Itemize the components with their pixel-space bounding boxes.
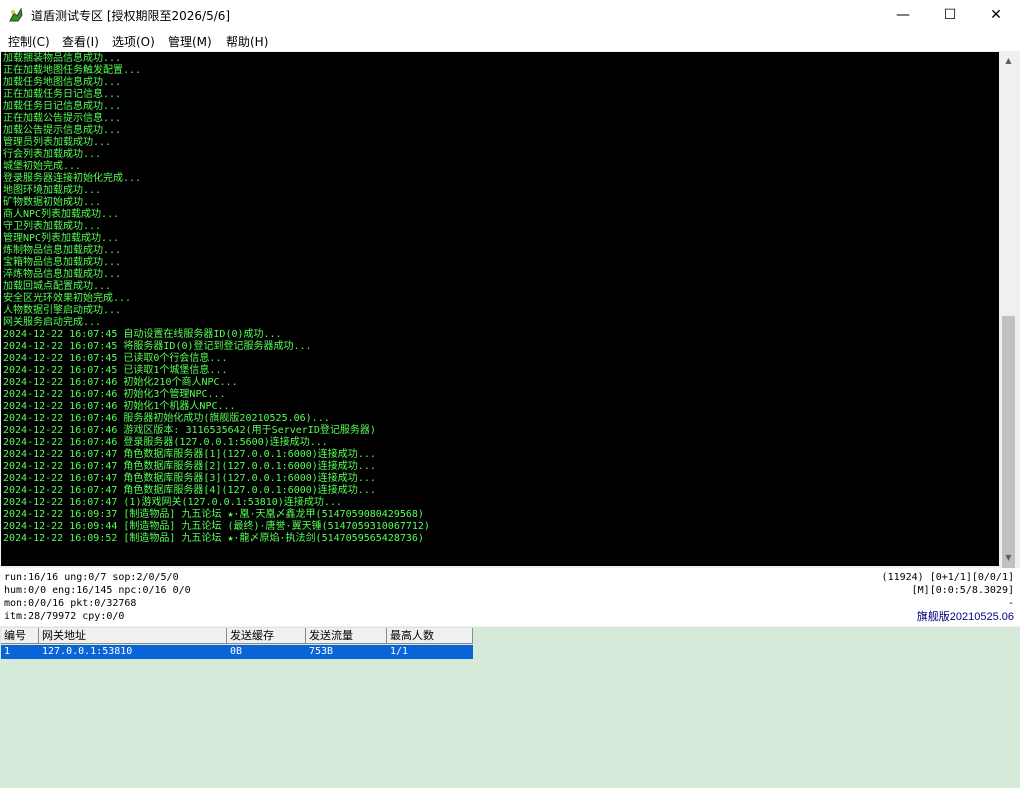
console-line: 加载捆装物品信息成功... xyxy=(3,53,122,64)
status-hum: hum:0/0 eng:16/145 npc:0/16 0/0 xyxy=(4,585,191,596)
console-line: 商人NPC列表加载成功... xyxy=(3,209,120,220)
console-line: 矿物数据初始成功... xyxy=(3,197,102,208)
window-title: 道盾测试专区 [授权期限至2026/5/6] xyxy=(31,9,231,23)
console-line: 2024-12-22 16:07:45 将服务器ID(0)登记到登记服务器成功.… xyxy=(3,341,312,352)
console-line: 宝箱物品信息加载成功... xyxy=(3,257,122,268)
cell-send-traffic: 753B xyxy=(309,646,334,657)
console-line: 2024-12-22 16:07:45 已读取1个城堡信息... xyxy=(3,365,228,376)
console-line: 守卫列表加载成功... xyxy=(3,221,102,232)
console-line: 2024-12-22 16:09:52 [制造物品] 九五论坛 ★·龍〆原焰·执… xyxy=(3,533,424,544)
console-line: 登录服务器连接初始化完成... xyxy=(3,173,142,184)
status-panel: run:16/16 ung:0/7 sop:2/0/5/0 hum:0/0 en… xyxy=(0,568,1020,626)
console-line: 行会列表加载成功... xyxy=(3,149,102,160)
title-bar: 道盾测试专区 [授权期限至2026/5/6] — ☐ ✕ xyxy=(0,0,1020,30)
console-line: 2024-12-22 16:07:46 初始化210个商人NPC... xyxy=(3,377,238,388)
console-line: 城堡初始完成... xyxy=(3,161,82,172)
status-run: run:16/16 ung:0/7 sop:2/0/5/0 xyxy=(4,572,179,583)
minimize-button[interactable]: — xyxy=(880,0,926,30)
console-line: 加载任务地图信息成功... xyxy=(3,77,122,88)
console-line: 2024-12-22 16:07:45 已读取0个行会信息... xyxy=(3,353,228,364)
console-line: 加载回城点配置成功... xyxy=(3,281,112,292)
maximize-button[interactable]: ☐ xyxy=(927,0,973,30)
console-line: 正在加载任务日记信息... xyxy=(3,89,122,100)
app-icon xyxy=(8,7,24,23)
close-button[interactable]: ✕ xyxy=(973,0,1019,30)
console-line: 2024-12-22 16:07:45 自动设置在线服务器ID(0)成功... xyxy=(3,329,282,340)
scroll-up-icon[interactable]: ▲ xyxy=(1000,52,1017,69)
col-header-id[interactable]: 编号 xyxy=(1,628,39,644)
status-mon: mon:0/0/16 pkt:0/32768 xyxy=(4,598,137,609)
console-line: 2024-12-22 16:07:46 初始化3个管理NPC... xyxy=(3,389,226,400)
console-line: 2024-12-22 16:07:47 角色数据库服务器[1](127.0.0.… xyxy=(3,449,376,460)
status-itm: itm:28/79972 cpy:0/0 xyxy=(4,611,125,622)
menu-manage[interactable]: 管理(M) xyxy=(168,33,212,50)
console-line: 炼制物品信息加载成功... xyxy=(3,245,122,256)
console-line: 安全区光环效果初始完成... xyxy=(3,293,132,304)
gateway-list[interactable]: 编号 网关地址 发送缓存 发送流量 最高人数 1 127.0.0.1:53810… xyxy=(0,627,1020,788)
console-line: 管理员列表加载成功... xyxy=(3,137,112,148)
cell-address: 127.0.0.1:53810 xyxy=(42,646,133,657)
console-line: 2024-12-22 16:09:44 [制造物品] 九五论坛 (最终)·唐誉·… xyxy=(3,521,430,532)
console-line: 加载任务日记信息成功... xyxy=(3,101,122,112)
console-line: 2024-12-22 16:07:46 游戏区版本: 3116535642(用于… xyxy=(3,425,376,436)
console-line: 2024-12-22 16:07:46 初始化1个机器人NPC... xyxy=(3,401,236,412)
scroll-down-icon[interactable]: ▼ xyxy=(1000,549,1017,566)
console-line: 淬炼物品信息加载成功... xyxy=(3,269,122,280)
console-line: 2024-12-22 16:07:47 角色数据库服务器[4](127.0.0.… xyxy=(3,485,376,496)
console-line: 2024-12-22 16:07:47 角色数据库服务器[3](127.0.0.… xyxy=(3,473,376,484)
cell-max-players: 1/1 xyxy=(390,646,409,657)
cell-send-buffer: 0B xyxy=(230,646,243,657)
menu-control[interactable]: 控制(C) xyxy=(8,33,50,50)
console-line: 2024-12-22 16:07:47 (1)游戏网关(127.0.0.1:53… xyxy=(3,497,342,508)
col-header-send-buffer[interactable]: 发送缓存 xyxy=(227,628,306,644)
console-line: 正在加载地图任务触发配置... xyxy=(3,65,142,76)
console-log[interactable]: 加载捆装物品信息成功... 正在加载地图任务触发配置... 加载任务地图信息成功..… xyxy=(1,52,999,566)
console-line: 正在加载公告提示信息... xyxy=(3,113,122,124)
console-line: 网关服务启动完成... xyxy=(3,317,102,328)
status-version: 旗舰版20210525.06 xyxy=(916,611,1014,623)
console-line: 2024-12-22 16:07:46 服务器初始化成功(旗舰版20210525… xyxy=(3,413,330,424)
console-line: 管理NPC列表加载成功... xyxy=(3,233,120,244)
status-separator: - xyxy=(1007,598,1014,609)
status-memory: [M][0:0:5/8.3029] xyxy=(911,585,1014,596)
col-header-send-traffic[interactable]: 发送流量 xyxy=(306,628,387,644)
menu-options[interactable]: 选项(O) xyxy=(112,33,155,50)
table-row[interactable]: 1 127.0.0.1:53810 0B 753B 1/1 xyxy=(1,645,473,659)
console-line: 2024-12-22 16:07:46 登录服务器(127.0.0.1:5600… xyxy=(3,437,328,448)
col-header-max-players[interactable]: 最高人数 xyxy=(387,628,473,644)
console-line: 地图环境加载成功... xyxy=(3,185,102,196)
cell-id: 1 xyxy=(4,646,11,657)
console-line: 加载公告提示信息成功... xyxy=(3,125,122,136)
console-scrollbar[interactable]: ▲ ▼ xyxy=(1000,52,1017,600)
menu-view[interactable]: 查看(I) xyxy=(62,33,99,50)
col-header-address[interactable]: 网关地址 xyxy=(39,628,227,644)
menu-help[interactable]: 帮助(H) xyxy=(226,33,268,50)
console-line: 2024-12-22 16:07:47 角色数据库服务器[2](127.0.0.… xyxy=(3,461,376,472)
menu-bar: 控制(C) 查看(I) 选项(O) 管理(M) 帮助(H) xyxy=(0,30,1020,51)
console-line: 2024-12-22 16:09:37 [制造物品] 九五论坛 ★·凰·天凰〆鑫… xyxy=(3,509,424,520)
console-line: 人物数据引擎启动成功... xyxy=(3,305,122,316)
status-connections: (11924) [0+1/1][0/0/1] xyxy=(881,572,1014,583)
